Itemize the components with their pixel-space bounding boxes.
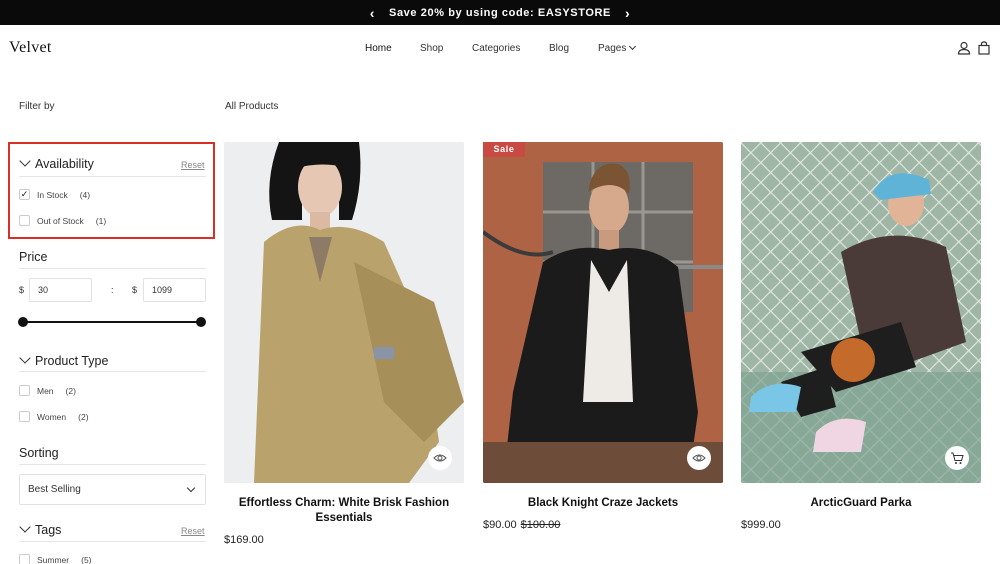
- announcement-text: Save 20% by using code: EASYSTORE: [389, 6, 611, 19]
- tags-toggle[interactable]: Tags: [19, 521, 62, 537]
- product-type-title: Product Type: [35, 354, 109, 368]
- availability-title: Availability: [35, 157, 94, 171]
- product-name[interactable]: ArcticGuard Parka: [741, 496, 981, 511]
- sale-badge: Sale: [483, 142, 525, 157]
- checkbox[interactable]: [19, 554, 30, 564]
- option-label: Women: [37, 411, 67, 422]
- price-min-input[interactable]: 30: [29, 278, 92, 302]
- price-range-min-handle[interactable]: [18, 317, 28, 327]
- quick-view-button[interactable]: [687, 446, 711, 470]
- page-title: All Products: [225, 101, 279, 112]
- sorting-select[interactable]: Best Selling: [19, 474, 206, 505]
- availability-toggle[interactable]: Availability: [19, 155, 94, 171]
- product-image[interactable]: [224, 142, 464, 483]
- currency-symbol: $: [19, 285, 25, 295]
- store-logo[interactable]: Velvet: [9, 39, 52, 57]
- nav-pages[interactable]: Pages: [598, 42, 637, 54]
- tags-title: Tags: [35, 523, 62, 537]
- divider: [19, 176, 206, 177]
- product-image[interactable]: [741, 142, 981, 483]
- checkbox[interactable]: [19, 215, 30, 226]
- tags-reset-link[interactable]: Reset: [181, 526, 205, 536]
- nav-pages-label: Pages: [598, 43, 627, 54]
- product-photo: [741, 142, 981, 483]
- chevron-down-icon: [19, 352, 31, 364]
- product-name[interactable]: Effortless Charm: White Brisk Fashion Es…: [224, 496, 464, 526]
- sale-price: $90.00: [483, 519, 517, 531]
- option-count: (2): [78, 411, 89, 422]
- announcement-bar: ‹ Save 20% by using code: EASYSTORE ›: [0, 0, 1000, 25]
- chevron-down-icon: [19, 155, 31, 167]
- sorting-title: Sorting: [19, 446, 59, 460]
- price-range-track[interactable]: [23, 321, 201, 323]
- price-title: Price: [19, 250, 48, 264]
- cart-icon: [951, 452, 964, 464]
- option-count: (5): [81, 554, 92, 564]
- option-label: Men: [37, 385, 54, 396]
- product-price: $90.00 $100.00: [483, 519, 560, 531]
- filter-option-men[interactable]: Men (2): [19, 385, 76, 396]
- currency-symbol: $: [132, 285, 138, 295]
- product-price: $999.00: [741, 519, 781, 531]
- nav-blog[interactable]: Blog: [549, 43, 569, 54]
- next-announcement-button[interactable]: ›: [625, 6, 630, 20]
- filter-heading: Filter by: [19, 101, 55, 112]
- price-max-input[interactable]: 1099: [143, 278, 206, 302]
- price-range-max-handle[interactable]: [196, 317, 206, 327]
- nav-shop[interactable]: Shop: [420, 43, 443, 54]
- product-photo: [483, 142, 723, 483]
- prev-announcement-button[interactable]: ‹: [370, 6, 375, 20]
- filter-option-out-of-stock[interactable]: Out of Stock (1): [19, 215, 106, 226]
- product-name[interactable]: Black Knight Craze Jackets: [483, 496, 723, 511]
- divider: [19, 541, 206, 542]
- product-type-toggle[interactable]: Product Type: [19, 352, 109, 368]
- sorting-selected-value: Best Selling: [28, 484, 81, 495]
- checkbox[interactable]: [19, 385, 30, 396]
- nav-categories[interactable]: Categories: [472, 43, 520, 54]
- divider: [19, 464, 206, 465]
- filter-option-women[interactable]: Women (2): [19, 411, 89, 422]
- option-count: (2): [65, 385, 76, 396]
- price-separator: :: [111, 285, 114, 295]
- eye-icon: [433, 454, 447, 462]
- chevron-down-icon: [186, 483, 196, 493]
- divider: [19, 371, 206, 372]
- checkbox-checked[interactable]: ✓: [19, 189, 30, 200]
- chevron-down-icon: [629, 42, 637, 51]
- product-price: $169.00: [224, 534, 264, 546]
- option-count: (1): [95, 215, 107, 226]
- eye-icon: [692, 454, 706, 462]
- product-image[interactable]: [483, 142, 723, 483]
- filter-option-in-stock[interactable]: ✓ In Stock (4): [19, 189, 90, 200]
- checkbox[interactable]: [19, 411, 30, 422]
- option-label: Summer: [37, 554, 70, 564]
- option-label: Out of Stock: [37, 215, 84, 226]
- availability-reset-link[interactable]: Reset: [181, 160, 205, 170]
- option-count: (4): [79, 189, 91, 200]
- product-photo: [224, 142, 464, 483]
- nav-home[interactable]: Home: [365, 43, 392, 54]
- option-label: In Stock: [37, 189, 68, 200]
- divider: [19, 268, 206, 269]
- compare-price: $100.00: [520, 519, 561, 531]
- user-icon[interactable]: [957, 41, 971, 55]
- quick-view-button[interactable]: [428, 446, 452, 470]
- shopping-bag-icon[interactable]: [977, 41, 991, 55]
- filter-option-summer[interactable]: Summer (5): [19, 554, 92, 564]
- add-to-cart-button[interactable]: [945, 446, 969, 470]
- chevron-down-icon: [19, 521, 31, 533]
